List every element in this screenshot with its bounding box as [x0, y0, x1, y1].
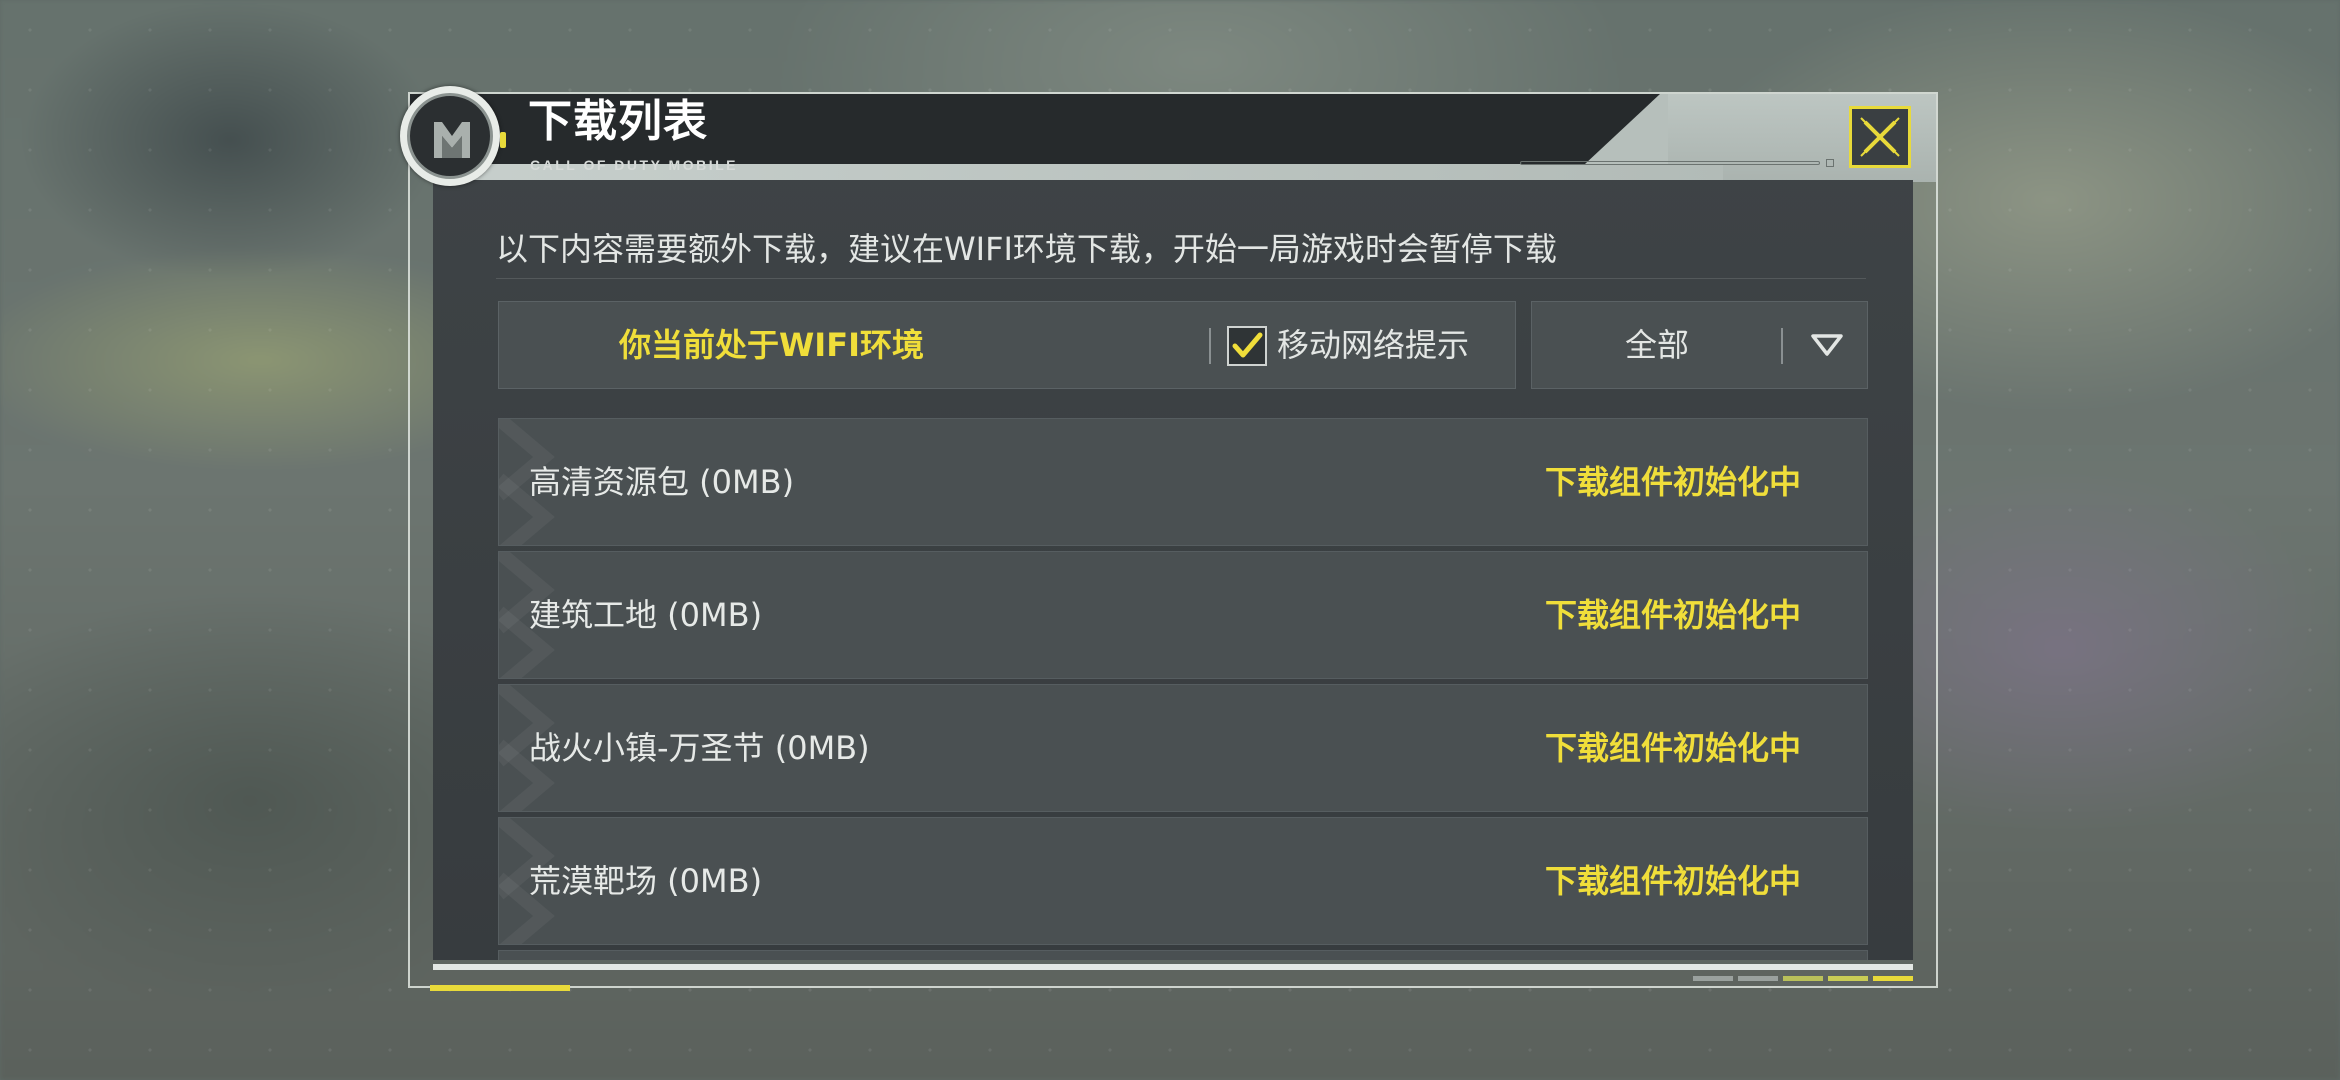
- download-item-partial[interactable]: [498, 950, 1868, 960]
- close-icon: [1860, 117, 1900, 157]
- network-status-bar: 你当前处于WIFI环境 移动网络提示: [498, 301, 1516, 389]
- notice-divider: [496, 278, 1866, 279]
- mobile-network-prompt-label[interactable]: 移动网络提示: [1277, 302, 1469, 388]
- checkmark-icon: [1232, 332, 1263, 358]
- page-dash-active: [1873, 976, 1913, 981]
- download-item[interactable]: 高清资源包 (0MB) 下载组件初始化中: [498, 418, 1868, 546]
- download-item-name: 高清资源包 (0MB): [529, 463, 795, 501]
- download-item[interactable]: 荒漠靶场 (0MB) 下载组件初始化中: [498, 817, 1868, 945]
- download-item-status: 下载组件初始化中: [1544, 596, 1801, 634]
- bottom-accent-bar: [430, 985, 570, 991]
- download-item[interactable]: 战火小镇-万圣节 (0MB) 下载组件初始化中: [498, 684, 1868, 812]
- page-dash: [1783, 976, 1823, 981]
- download-list[interactable]: 高清资源包 (0MB) 下载组件初始化中 建筑工地 (0MB) 下载组件初始化中…: [498, 418, 1868, 960]
- download-list-dialog: 下载列表 CALL OF DUTY MOBILE 以下内容需要额外下载，建议在W…: [400, 86, 1938, 991]
- filter-selected-value: 全部: [1624, 326, 1689, 364]
- triangle-down-icon: [1811, 334, 1843, 356]
- logo-m-mark: [434, 122, 470, 158]
- logo-badge: [407, 93, 493, 179]
- wifi-status-text: 你当前处于WIFI环境: [619, 326, 924, 364]
- download-item-name: 战火小镇-万圣节 (0MB): [529, 729, 870, 767]
- download-item-status: 下载组件初始化中: [1544, 862, 1801, 900]
- divider: [1209, 328, 1211, 364]
- logo-accent: [500, 132, 506, 148]
- divider: [1781, 328, 1783, 364]
- header-progress-track: [1520, 161, 1820, 165]
- page-dash: [1693, 976, 1733, 981]
- filter-dropdown[interactable]: 全部: [1531, 301, 1868, 389]
- page-dash: [1828, 976, 1868, 981]
- dialog-bottom-edge: [433, 964, 1913, 970]
- header-progress-cap: [1826, 159, 1834, 167]
- mobile-network-prompt-checkbox[interactable]: [1227, 326, 1267, 366]
- download-item[interactable]: 建筑工地 (0MB) 下载组件初始化中: [498, 551, 1868, 679]
- page-dash: [1738, 976, 1778, 981]
- close-button[interactable]: [1849, 106, 1911, 168]
- cod-logo-icon: [400, 86, 500, 186]
- dialog-subtitle: CALL OF DUTY MOBILE: [530, 157, 738, 173]
- download-item-name: 建筑工地 (0MB): [529, 596, 763, 634]
- download-item-name: 荒漠靶场 (0MB): [529, 862, 763, 900]
- download-item-status: 下载组件初始化中: [1544, 463, 1801, 501]
- download-notice: 以下内容需要额外下载，建议在WIFI环境下载，开始一局游戏时会暂停下载: [496, 230, 1557, 268]
- download-item-status: 下载组件初始化中: [1544, 729, 1801, 767]
- dialog-title: 下载列表: [528, 96, 708, 147]
